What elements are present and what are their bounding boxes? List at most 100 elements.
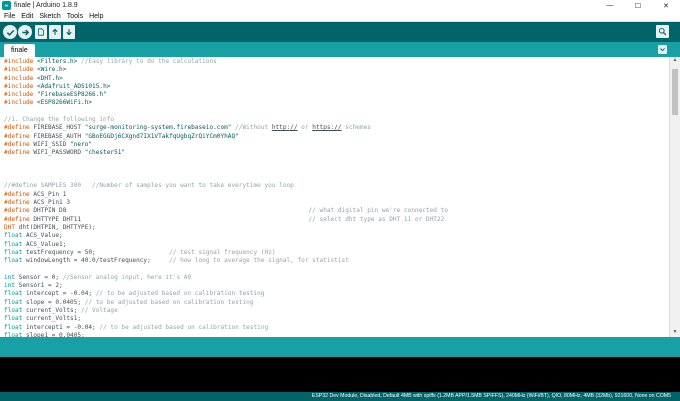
code-token: // to be adjusted based on calibration t… [99,323,269,331]
code-line: #include "FirebaseESP8266.h" [4,91,448,99]
code-token: "chester51" [84,149,126,157]
code-token: // how long to average the signal, for s… [169,257,349,265]
code-line: int Sensor1 = 2; [4,282,448,290]
code-token: // select dht type as DHT 11 or DHT22 [308,215,445,223]
code-token: // to be adjusted based on calibration t… [84,298,254,306]
console-output [0,357,680,392]
window-controls: — ☐ ✕ [596,0,680,11]
code-token: float [4,232,23,240]
code-line: #include <Filters.h> //Easy library to d… [4,58,448,66]
code-token: <Adafruit_ADS1015.h> [37,82,111,90]
code-token: FIREBASE_AUTH [29,132,85,140]
code-line: #include <DHT.h> [4,75,448,83]
save-sketch-button[interactable] [63,25,75,39]
code-line: DHT dht(DHTPIN, DHTTYPE); [4,224,448,232]
status-bar: ESP32 Dev Module, Disabled, Default 4MB … [0,392,680,401]
code-token: // to be adjusted based on calibration t… [95,290,265,298]
code-token: ACS_Value1; [22,240,67,248]
code-editor[interactable]: #include <Filters.h> //Easy library to d… [0,57,669,337]
code-token: //Without [235,124,272,132]
code-token: float [4,248,23,256]
open-sketch-button[interactable] [49,25,61,39]
code-token: #define [4,132,30,140]
code-line: float windowLength = 40.0/testFrequency;… [4,257,448,265]
chevron-down-icon [660,48,665,52]
code-token: int [4,282,16,290]
code-token: WIFI_PASSWORD [29,149,85,157]
code-line: #define ACS_Pin1 3 [4,199,448,207]
code-line: #include <ESP8266WiFi.h> [4,99,448,107]
verify-button[interactable] [3,25,17,39]
code-line: //1. Change the following info [4,116,448,124]
code-token: //Easy library to do the calculations [81,58,217,65]
code-token: https:// [312,124,342,132]
code-token: // test signal frequency (Hz) [169,248,276,256]
code-token: //#define SAMPLES 300 //Number of sample… [4,182,294,190]
code-token: FIREBASE_HOST [29,124,85,132]
code-token: dht(DHTPIN, DHTTYPE); [15,223,96,231]
code-token: http:// [271,124,298,132]
scroll-down-icon[interactable]: ▼ [670,329,680,337]
code-token: #include [4,91,34,99]
code-token: intercept = -0.04; [22,290,96,298]
code-token: #define [4,124,30,132]
code-token: windowLength = 40.0/testFrequency; [22,257,170,265]
code-token: #define [4,149,30,157]
code-line: float current_Volts1; [4,315,448,323]
maximize-button[interactable]: ☐ [624,0,652,11]
message-area [0,337,680,357]
code-token: #define [4,215,30,223]
code-line: int Sensor = 0; //Sensor analog input, h… [4,274,448,282]
menu-sketch[interactable]: Sketch [39,13,60,20]
code-token: #define [4,207,30,215]
arrow-right-icon [21,28,29,36]
code-token: DHTTYPE DHT11 [29,215,309,223]
code-token: // what digital pin we're connected to [308,207,448,215]
code-line: float slope = 0.0405; // to be adjusted … [4,299,448,307]
code-line: #define DHTTYPE DHT11 // select dht type… [4,216,448,224]
code-token: schemes [341,124,371,132]
scroll-up-icon[interactable]: ▲ [670,57,680,65]
minimize-button[interactable]: — [596,0,624,11]
code-token: Sensor = 0; [15,273,63,281]
code-token: #include [4,66,34,74]
code-text: #include <Filters.h> //Easy library to d… [4,58,448,337]
code-token: or [297,124,313,132]
close-button[interactable]: ✕ [652,0,680,11]
editor-vertical-scrollbar[interactable]: ▲ ▼ [669,57,680,337]
code-line: #define WIFI_SSID "nero" [4,141,448,149]
serial-monitor-button[interactable] [656,25,669,38]
code-token: float [4,306,23,314]
upload-button[interactable] [18,25,32,39]
code-token: "FirebaseESP8266.h" [37,91,107,99]
checkmark-icon [6,29,14,36]
code-token: "GBoEGGDj6CXgnd7IX1VTakfqUgbqZrQiYCm0YhA… [84,132,239,140]
menu-file[interactable]: File [4,13,15,20]
code-token: ACS_Pin1 3 [29,199,71,207]
tab-finale[interactable]: finale [4,44,35,57]
code-token: <DHT.h> [37,74,63,82]
new-sketch-button[interactable] [35,25,47,39]
code-token: DHTPIN D8 [29,207,309,215]
code-token: float [4,257,23,265]
menu-help[interactable]: Help [89,13,103,20]
arduino-app-icon: ∞ [2,1,11,10]
code-line: float intercept = -0.04; // to be adjust… [4,290,448,298]
arrow-up-icon [52,28,58,35]
code-token: float [4,323,23,331]
code-token: current_Volts1; [22,315,82,323]
code-token: #define [4,190,30,198]
code-line: #define ACS_Pin 1 [4,191,448,199]
menu-edit[interactable]: Edit [21,13,33,20]
menu-tools[interactable]: Tools [67,13,83,20]
code-token: testFrequency = 50; [22,248,170,256]
code-token: float [4,298,23,306]
code-token: float [4,315,23,323]
scrollbar-thumb[interactable] [672,69,678,115]
tab-menu-button[interactable] [658,45,667,54]
